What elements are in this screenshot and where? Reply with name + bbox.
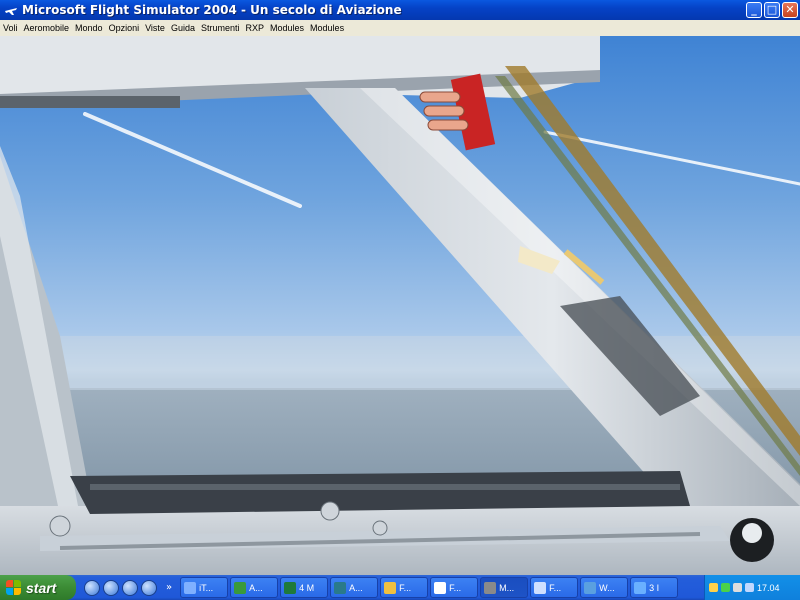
task-button-3[interactable]: 4 M [280,577,329,598]
task-icon [384,581,397,594]
task-icon [534,581,547,594]
start-label: start [26,579,57,596]
start-button[interactable]: start [0,575,76,600]
cockpit-view[interactable] [0,36,800,575]
task-button-5[interactable]: F... [380,577,429,598]
task-button-2[interactable]: A... [230,577,279,598]
menu-bar: Voli Aeromobile Mondo Opzioni Viste Guid… [0,20,800,36]
taskbar: start » iT... A... 4 M A... F... F... M.… [0,575,800,600]
tray-icon-2[interactable] [721,583,730,592]
menu-viste[interactable]: Viste [142,23,168,33]
minimize-button[interactable]: _ [746,2,762,18]
task-button-7[interactable]: M... [480,577,529,598]
task-icon [284,581,297,594]
quick-launch: » [84,579,172,596]
window-title: Microsoft Flight Simulator 2004 - Un sec… [22,3,402,17]
menu-rxp[interactable]: RXP [243,23,268,33]
task-button-9[interactable]: W... [580,577,629,598]
windows-flag-icon [6,579,22,596]
menu-opzioni[interactable]: Opzioni [106,23,143,33]
window-controls: _ □ ✕ [746,2,798,18]
task-icon [184,581,197,594]
cockpit-scene-graphic [0,36,800,575]
quick-launch-chevron[interactable]: » [166,582,172,593]
tray-icon-1[interactable] [709,583,718,592]
system-tray: 17.04 [704,575,800,600]
menu-voli[interactable]: Voli [0,23,21,33]
menu-mondo[interactable]: Mondo [72,23,106,33]
task-icon [234,581,247,594]
maximize-button[interactable]: □ [764,2,780,18]
quick-launch-icon-1[interactable] [84,579,100,596]
tray-icon-3[interactable] [733,583,742,592]
flight-simulator-icon [4,3,18,17]
task-icon [334,581,347,594]
title-bar[interactable]: Microsoft Flight Simulator 2004 - Un sec… [0,0,800,20]
task-button-4[interactable]: A... [330,577,379,598]
task-buttons: iT... A... 4 M A... F... F... M... F... … [180,577,679,598]
menu-guida[interactable]: Guida [168,23,198,33]
menu-strumenti[interactable]: Strumenti [198,23,243,33]
clock[interactable]: 17.04 [757,583,780,593]
speaker-icon[interactable] [745,583,754,592]
menu-aeromobile[interactable]: Aeromobile [21,23,73,33]
quick-launch-icon-4[interactable] [141,579,157,596]
task-button-8[interactable]: F... [530,577,579,598]
menu-modules[interactable]: Modules [267,23,307,33]
internet-explorer-icon[interactable] [103,579,119,596]
task-icon [584,581,597,594]
task-icon [484,581,497,594]
task-button-1[interactable]: iT... [180,577,229,598]
task-icon [434,581,447,594]
close-button[interactable]: ✕ [782,2,798,18]
menu-modules-2[interactable]: Modules [307,23,347,33]
task-button-10[interactable]: 3 I [630,577,679,598]
task-button-6[interactable]: F... [430,577,479,598]
task-icon [634,581,647,594]
quick-launch-icon-3[interactable] [122,579,138,596]
